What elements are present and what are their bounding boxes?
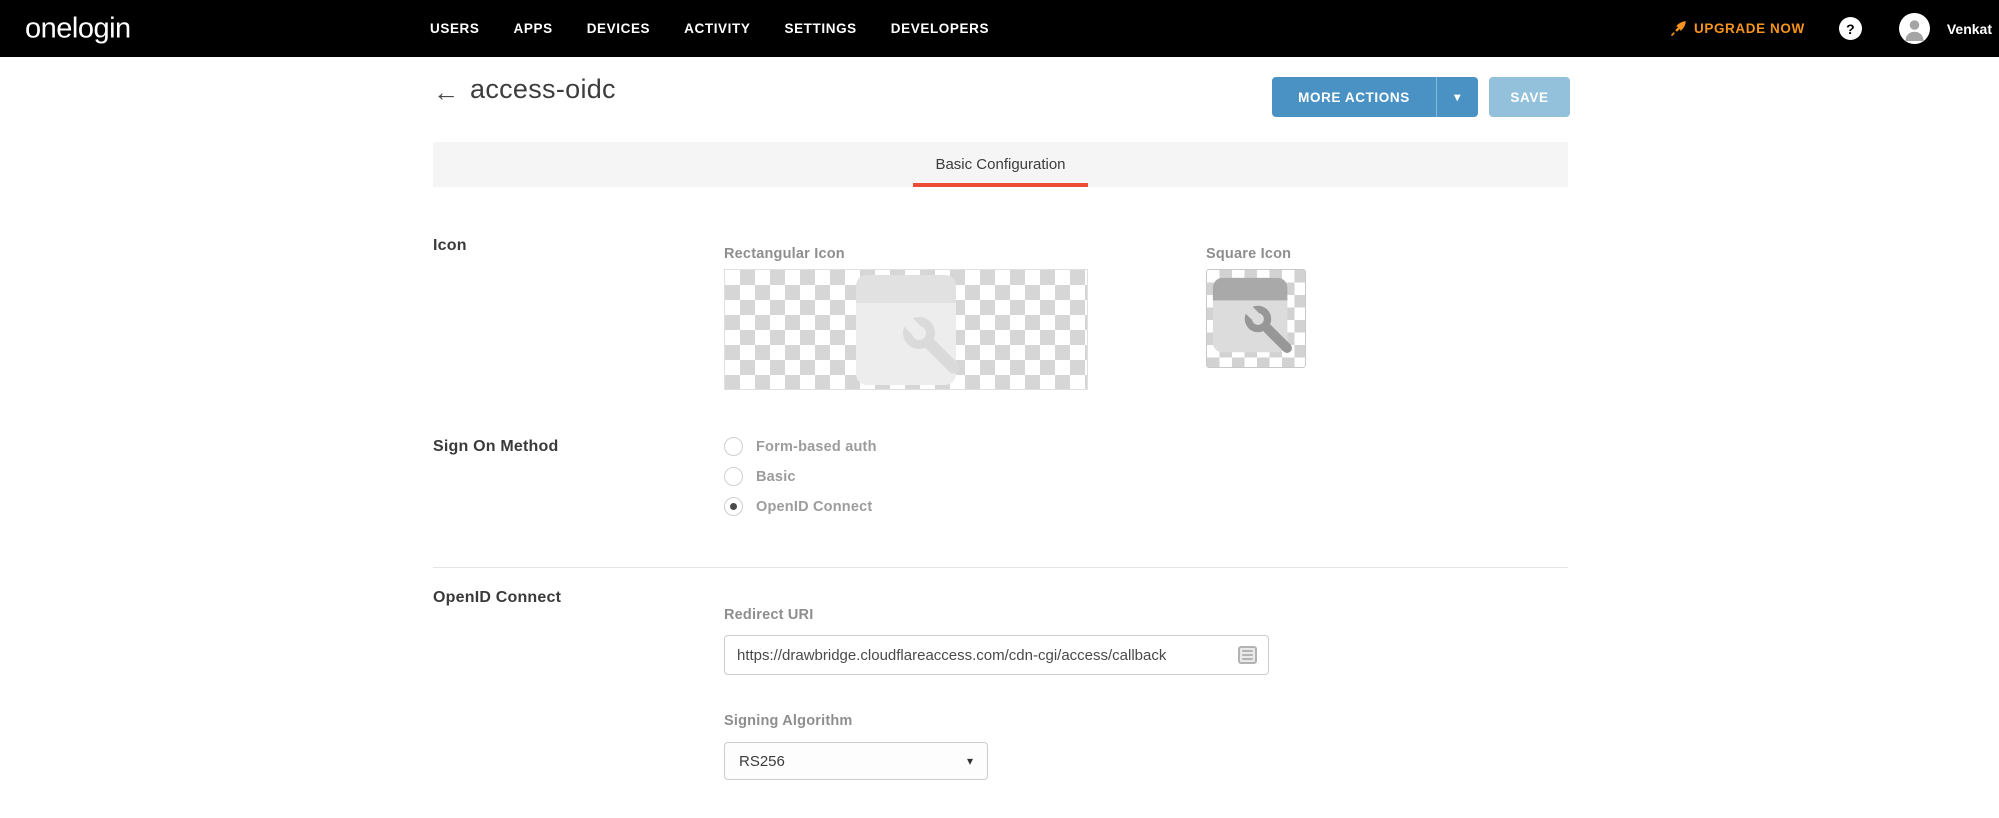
active-tab-underline bbox=[913, 183, 1088, 187]
app-window-wrench-icon bbox=[856, 274, 960, 385]
radio-label: Form-based auth bbox=[756, 438, 877, 455]
tab-bar: Basic Configuration bbox=[433, 142, 1568, 187]
tab-basic-configuration[interactable]: Basic Configuration bbox=[913, 142, 1088, 187]
signing-algorithm-select[interactable]: RS256 ▾ bbox=[724, 742, 988, 780]
app-window-wrench-icon bbox=[1212, 277, 1292, 353]
radio-label: OpenID Connect bbox=[756, 498, 873, 515]
back-arrow[interactable]: ← bbox=[433, 79, 459, 105]
icon-section-label: Icon bbox=[433, 237, 467, 254]
nav-right: UPGRADE NOW ? Venkat bbox=[1670, 0, 1992, 57]
signing-algorithm-label: Signing Algorithm bbox=[724, 713, 853, 729]
signing-algorithm-value: RS256 bbox=[739, 752, 785, 770]
onelogin-logo[interactable]: onelogin bbox=[25, 12, 131, 45]
person-icon bbox=[1905, 20, 1924, 41]
nav-devices[interactable]: DEVICES bbox=[587, 21, 650, 36]
more-actions-label: MORE ACTIONS bbox=[1298, 89, 1410, 105]
radio-circle-selected[interactable] bbox=[724, 497, 743, 516]
nav-settings[interactable]: SETTINGS bbox=[784, 21, 856, 36]
sign-on-method-options: Form-based auth Basic OpenID Connect bbox=[724, 437, 877, 516]
redirect-uri-input[interactable] bbox=[724, 635, 1269, 675]
radio-circle[interactable] bbox=[724, 467, 743, 486]
save-button[interactable]: SAVE bbox=[1489, 77, 1570, 117]
avatar[interactable] bbox=[1898, 13, 1930, 44]
autofill-extension-icon[interactable] bbox=[1238, 646, 1257, 664]
rectangular-icon-preview[interactable] bbox=[724, 269, 1088, 390]
radio-basic[interactable]: Basic bbox=[724, 467, 877, 486]
radio-circle[interactable] bbox=[724, 437, 743, 456]
top-nav: onelogin USERS APPS DEVICES ACTIVITY SET… bbox=[0, 0, 1999, 57]
more-actions-button[interactable]: MORE ACTIONS ▾ bbox=[1272, 77, 1478, 117]
rocket-icon bbox=[1671, 21, 1686, 36]
openid-connect-section-label: OpenID Connect bbox=[433, 589, 562, 606]
help-icon[interactable]: ? bbox=[1838, 17, 1862, 40]
radio-openid-connect[interactable]: OpenID Connect bbox=[724, 497, 877, 516]
square-icon-preview[interactable] bbox=[1206, 269, 1306, 368]
username[interactable]: Venkat bbox=[1947, 21, 1992, 37]
chevron-down-icon: ▾ bbox=[966, 754, 973, 768]
nav-developers[interactable]: DEVELOPERS bbox=[891, 21, 989, 36]
sign-on-method-label: Sign On Method bbox=[433, 438, 559, 455]
radio-label: Basic bbox=[756, 468, 796, 485]
primary-nav: USERS APPS DEVICES ACTIVITY SETTINGS DEV… bbox=[430, 0, 989, 57]
square-icon-label: Square Icon bbox=[1206, 246, 1292, 262]
nav-users[interactable]: USERS bbox=[430, 21, 480, 36]
tab-label: Basic Configuration bbox=[935, 156, 1066, 173]
section-divider bbox=[433, 567, 1568, 568]
more-actions-caret-icon[interactable]: ▾ bbox=[1436, 77, 1478, 117]
redirect-uri-label: Redirect URI bbox=[724, 607, 814, 623]
radio-form-based-auth[interactable]: Form-based auth bbox=[724, 437, 877, 456]
app-config-page: onelogin USERS APPS DEVICES ACTIVITY SET… bbox=[0, 0, 1999, 818]
rectangular-icon-label: Rectangular Icon bbox=[724, 246, 845, 262]
page-title: access-oidc bbox=[470, 74, 616, 104]
nav-apps[interactable]: APPS bbox=[514, 21, 553, 36]
nav-activity[interactable]: ACTIVITY bbox=[684, 21, 750, 36]
upgrade-now-label: UPGRADE NOW bbox=[1694, 21, 1805, 36]
upgrade-now-link[interactable]: UPGRADE NOW bbox=[1670, 20, 1805, 37]
